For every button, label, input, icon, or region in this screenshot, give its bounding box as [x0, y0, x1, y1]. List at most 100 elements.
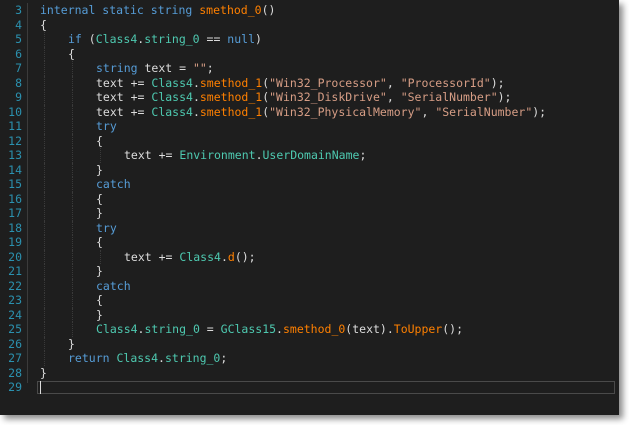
- code-text: try: [96, 119, 117, 134]
- code-line[interactable]: 17}: [0, 206, 619, 221]
- line-number: 21: [8, 264, 22, 278]
- code-token: catch: [96, 278, 131, 293]
- line-number: 24: [8, 307, 22, 322]
- code-token: (): [261, 3, 276, 17]
- code-token: text +=: [124, 148, 180, 162]
- code-line[interactable]: 6{: [0, 46, 619, 61]
- code-token: .: [220, 249, 228, 264]
- code-token: );: [490, 75, 505, 90]
- code-line[interactable]: 12 {: [0, 133, 619, 148]
- code-token: Class4: [151, 90, 193, 104]
- indent-guide: [44, 249, 45, 264]
- code-line[interactable]: 21}: [0, 264, 619, 279]
- indent-guide: [44, 32, 45, 47]
- code-line[interactable]: 25 Class4.string_0 = GClass15.smethod_0(t…: [0, 322, 619, 337]
- code-text: catch: [96, 279, 131, 294]
- line-number: 12: [8, 133, 22, 148]
- code-line[interactable]: 18 try: [0, 220, 619, 235]
- code-token: "Win32_PhysicalMemory": [269, 104, 422, 119]
- code-token: }: [96, 162, 103, 177]
- code-token: ();: [442, 322, 464, 336]
- code-line[interactable]: 28}: [0, 366, 619, 381]
- line-number: 8: [15, 75, 22, 90]
- code-token: Class4: [96, 322, 138, 336]
- line-number: 29: [8, 380, 22, 394]
- code-line[interactable]: 16 {: [0, 191, 619, 206]
- line-number: 19: [8, 235, 22, 249]
- indent-guide: [44, 307, 45, 322]
- code-token: d: [227, 249, 235, 264]
- indent-guide: [44, 104, 45, 119]
- code-text: return Class4.string_0;: [68, 351, 227, 366]
- code-token: smethod_0: [199, 3, 262, 17]
- code-token: text +=: [124, 249, 180, 264]
- indent-guide: [72, 61, 73, 76]
- code-token: string: [96, 61, 138, 75]
- line-number: 23: [8, 293, 22, 307]
- code-line[interactable]: 8 text += Class4.smethod_1("Win32_Process…: [0, 75, 619, 90]
- code-token: string_0: [144, 32, 200, 46]
- code-line[interactable]: 10 text += Class4.smethod_1("Win32_Physic…: [0, 104, 619, 119]
- code-token: null: [227, 32, 255, 46]
- code-token: ,: [421, 104, 436, 119]
- code-text: catch: [96, 177, 131, 192]
- code-line[interactable]: 23 {: [0, 293, 619, 308]
- indent-guide: [44, 75, 45, 90]
- code-token: text +=: [96, 75, 152, 90]
- line-number: 28: [8, 365, 22, 380]
- code-line[interactable]: 22 catch: [0, 278, 619, 294]
- code-token: return: [68, 351, 110, 365]
- code-text: }: [96, 206, 103, 221]
- indent-guide: [44, 46, 45, 61]
- code-token: (text).: [345, 322, 394, 336]
- code-token: (: [81, 32, 96, 46]
- code-token: ==: [199, 32, 228, 46]
- code-token: "": [192, 61, 207, 75]
- code-line[interactable]: 19 {: [0, 235, 619, 250]
- line-number: 9: [15, 90, 22, 104]
- line-number: 4: [15, 17, 22, 32]
- code-line[interactable]: 9 text += Class4.smethod_1("Win32_DiskDri…: [0, 90, 619, 105]
- code-token: {: [96, 293, 103, 307]
- line-number: 16: [8, 191, 22, 206]
- code-line[interactable]: 26}: [0, 336, 619, 351]
- code-token: {: [96, 133, 103, 148]
- code-token: {: [96, 235, 103, 249]
- code-token: );: [497, 90, 512, 104]
- line-number: 17: [8, 206, 22, 220]
- code-line[interactable]: 5 if (Class4.string_0 == null): [0, 32, 619, 47]
- code-line[interactable]: 24}: [0, 307, 619, 322]
- code-token: internal static string: [40, 3, 200, 17]
- code-text: if (Class4.string_0 == null): [68, 32, 262, 47]
- code-line[interactable]: 27 return Class4.string_0;: [0, 351, 619, 366]
- line-number: 22: [8, 278, 22, 293]
- code-token: {: [96, 191, 103, 206]
- code-text: {: [40, 18, 47, 33]
- code-text: string text = "";: [96, 61, 214, 76]
- code-token: text +=: [96, 90, 152, 104]
- code-line[interactable]: 11 try: [0, 119, 619, 134]
- code-line[interactable]: 13 text += Environment.UserDomainName;: [0, 148, 619, 163]
- line-number: 14: [8, 162, 22, 177]
- code-token: "SerialNumber": [400, 90, 498, 104]
- code-line[interactable]: 20 text += Class4.d();: [0, 249, 619, 264]
- line-number: 18: [8, 220, 22, 235]
- code-line[interactable]: 4{: [0, 18, 619, 33]
- code-line[interactable]: 7 string text = "";: [0, 61, 619, 76]
- indent-guide: [72, 322, 73, 337]
- code-token: .: [158, 351, 165, 365]
- code-token: Class4: [151, 104, 193, 119]
- indent-guide: [44, 206, 45, 221]
- code-line[interactable]: 14}: [0, 162, 619, 177]
- code-token: string_0: [144, 322, 200, 336]
- code-token: GClass15: [220, 322, 277, 336]
- code-text: text += Class4.smethod_1("Win32_DiskDriv…: [96, 90, 511, 105]
- indent-guide: [72, 162, 73, 177]
- code-line[interactable]: 3 internal static string smethod_0(): [0, 3, 619, 18]
- code-line[interactable]: 29: [0, 380, 619, 395]
- code-token: }: [96, 307, 103, 322]
- indent-guide: [44, 235, 45, 250]
- code-line[interactable]: 15 catch: [0, 177, 619, 192]
- code-token: "SerialNumber": [435, 104, 533, 119]
- code-area[interactable]: 3 internal static string smethod_0() 4{5 if…: [0, 3, 619, 395]
